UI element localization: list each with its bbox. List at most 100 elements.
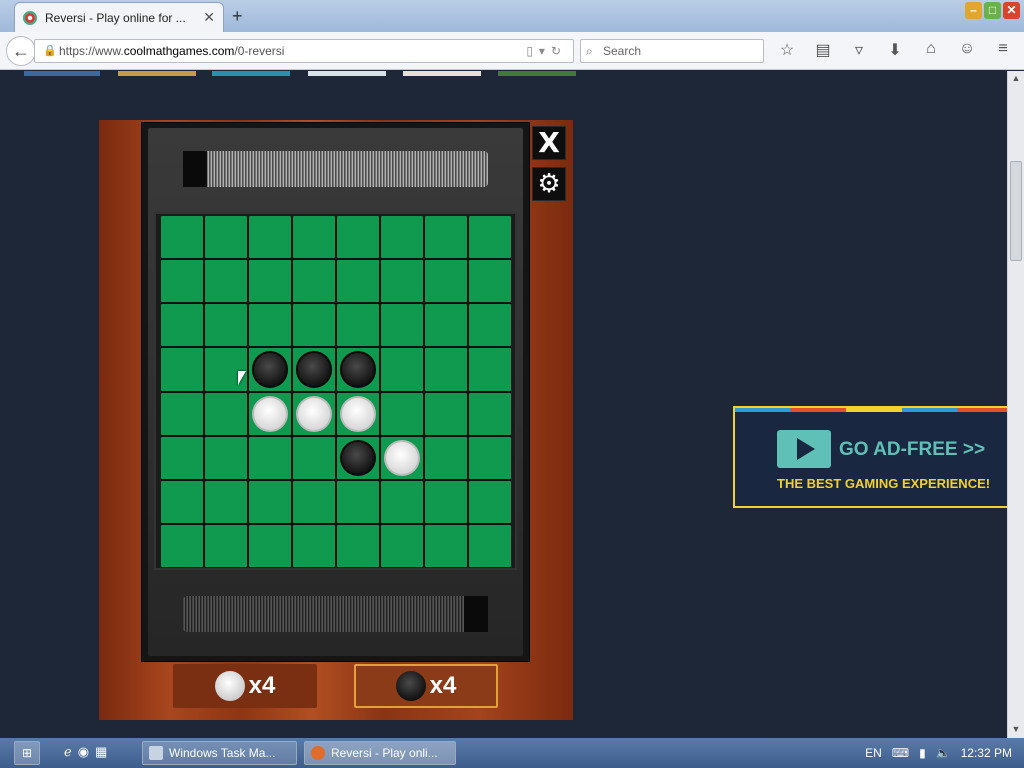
- bookmark-star-icon[interactable]: ☆: [776, 40, 798, 60]
- board-cell[interactable]: [381, 260, 423, 303]
- media-icon[interactable]: ▦: [95, 744, 107, 760]
- start-button[interactable]: ⊞: [14, 741, 40, 765]
- tab-close-icon[interactable]: ✕: [203, 9, 215, 26]
- keyboard-icon[interactable]: ⌨: [892, 746, 909, 760]
- board-cell[interactable]: [425, 216, 467, 259]
- scroll-up-icon[interactable]: ▲: [1010, 73, 1022, 85]
- board-cell[interactable]: [161, 524, 203, 567]
- board-cell[interactable]: [293, 480, 335, 523]
- board-cell[interactable]: [381, 304, 423, 347]
- board-cell[interactable]: [425, 260, 467, 303]
- board-cell[interactable]: [205, 304, 247, 347]
- board-cell[interactable]: [425, 436, 467, 479]
- hello-chat-icon[interactable]: ☺: [956, 40, 978, 60]
- game-thumbnail[interactable]: [212, 71, 290, 76]
- board-cell[interactable]: [337, 260, 379, 303]
- board-cell[interactable]: [425, 304, 467, 347]
- menu-icon[interactable]: ≡: [992, 40, 1014, 60]
- board-cell[interactable]: [381, 480, 423, 523]
- board-cell[interactable]: [337, 392, 379, 435]
- board-cell[interactable]: [293, 216, 335, 259]
- board-cell[interactable]: [205, 480, 247, 523]
- board-cell[interactable]: [469, 348, 511, 391]
- pocket-icon[interactable]: ▿: [848, 40, 870, 60]
- board-cell[interactable]: [161, 304, 203, 347]
- maximize-button[interactable]: □: [984, 2, 1001, 19]
- scroll-down-icon[interactable]: ▼: [1010, 724, 1022, 736]
- board-cell[interactable]: [249, 260, 291, 303]
- browser-tab-reversi[interactable]: Reversi - Play online for ... ✕: [14, 2, 224, 32]
- board-cell[interactable]: [161, 216, 203, 259]
- board-cell[interactable]: [249, 436, 291, 479]
- board-cell[interactable]: [293, 392, 335, 435]
- taskbar-browser[interactable]: Reversi - Play onli...: [304, 741, 456, 765]
- board-cell[interactable]: [161, 392, 203, 435]
- board-cell[interactable]: [205, 392, 247, 435]
- new-tab-button[interactable]: +: [232, 6, 243, 27]
- board-cell[interactable]: [205, 436, 247, 479]
- search-input[interactable]: ⌕ Search: [580, 39, 764, 63]
- board-cell[interactable]: [249, 524, 291, 567]
- board-cell[interactable]: [337, 348, 379, 391]
- board-cell[interactable]: [293, 348, 335, 391]
- volume-icon[interactable]: 🔈: [936, 746, 951, 760]
- page-scrollbar[interactable]: ▲ ▼: [1007, 71, 1024, 738]
- firefox-icon[interactable]: ◉: [78, 744, 89, 760]
- board-cell[interactable]: [425, 480, 467, 523]
- board-cell[interactable]: [293, 524, 335, 567]
- reader-dropdown-reload-icons[interactable]: ▯▾↻: [526, 40, 567, 62]
- language-indicator[interactable]: EN: [865, 746, 882, 760]
- close-game-button[interactable]: X: [532, 126, 566, 160]
- board-cell[interactable]: [337, 524, 379, 567]
- board-cell[interactable]: [249, 216, 291, 259]
- board-cell[interactable]: [249, 348, 291, 391]
- board-cell[interactable]: [469, 216, 511, 259]
- reading-list-icon[interactable]: ▤: [812, 40, 834, 60]
- game-thumbnail[interactable]: [308, 71, 386, 76]
- network-icon[interactable]: ▮: [919, 746, 926, 760]
- board-cell[interactable]: [205, 216, 247, 259]
- board-cell[interactable]: [469, 392, 511, 435]
- board-cell[interactable]: [425, 392, 467, 435]
- board-cell[interactable]: [381, 392, 423, 435]
- ad-free-banner[interactable]: GO AD-FREE >> THE BEST GAMING EXPERIENCE…: [733, 406, 1013, 508]
- board-cell[interactable]: [381, 436, 423, 479]
- close-window-button[interactable]: ✕: [1003, 2, 1020, 19]
- game-thumbnail[interactable]: [403, 71, 481, 76]
- home-icon[interactable]: ⌂: [920, 40, 942, 60]
- board-cell[interactable]: [381, 216, 423, 259]
- board-cell[interactable]: [293, 436, 335, 479]
- board-cell[interactable]: [337, 480, 379, 523]
- ie-icon[interactable]: ℯ: [64, 744, 72, 760]
- download-icon[interactable]: ⬇: [884, 40, 906, 60]
- board-cell[interactable]: [469, 304, 511, 347]
- board-cell[interactable]: [469, 436, 511, 479]
- board-cell[interactable]: [381, 348, 423, 391]
- board-cell[interactable]: [381, 524, 423, 567]
- board-cell[interactable]: [469, 480, 511, 523]
- board-cell[interactable]: [425, 348, 467, 391]
- board-cell[interactable]: [161, 348, 203, 391]
- board-cell[interactable]: [249, 480, 291, 523]
- board-cell[interactable]: [205, 260, 247, 303]
- board-cell[interactable]: [469, 260, 511, 303]
- back-button[interactable]: ←: [6, 36, 36, 66]
- game-thumbnail[interactable]: [498, 71, 576, 76]
- board-cell[interactable]: [161, 436, 203, 479]
- game-thumbnail[interactable]: [118, 71, 196, 76]
- settings-gear-icon[interactable]: ⚙: [532, 167, 566, 201]
- scrollbar-thumb[interactable]: [1010, 161, 1022, 261]
- board-cell[interactable]: [337, 216, 379, 259]
- game-thumbnail[interactable]: [24, 71, 100, 76]
- minimize-button[interactable]: –: [965, 2, 982, 19]
- board-cell[interactable]: [337, 436, 379, 479]
- board-cell[interactable]: [293, 260, 335, 303]
- clock[interactable]: 12:32 PM: [961, 746, 1012, 760]
- board-cell[interactable]: [249, 392, 291, 435]
- board-cell[interactable]: [249, 304, 291, 347]
- board-cell[interactable]: [205, 524, 247, 567]
- board-cell[interactable]: [293, 304, 335, 347]
- board-cell[interactable]: [161, 480, 203, 523]
- board-cell[interactable]: [337, 304, 379, 347]
- board-cell[interactable]: [469, 524, 511, 567]
